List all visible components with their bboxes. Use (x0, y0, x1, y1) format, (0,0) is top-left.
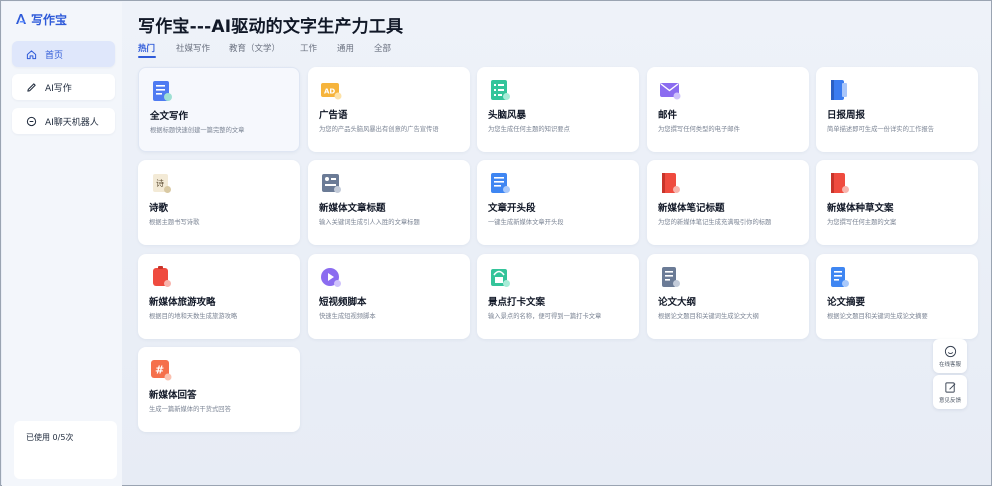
card-desc: 根据论文题目和关键词生成论文大纲 (658, 313, 759, 320)
tool-card-thesis-outline[interactable]: 论文大纲 根据论文题目和关键词生成论文大纲 (647, 254, 809, 339)
card-title: 邮件 (658, 110, 678, 121)
report-book-icon (831, 80, 847, 100)
tool-card-report[interactable]: 日报周报 简单描述即可生成一份详实的工作报告 (816, 67, 978, 152)
headset-icon (944, 345, 956, 357)
tool-card-video-script[interactable]: 短视频脚本 快速生成短视频脚本 (308, 254, 470, 339)
svg-text:AD: AD (324, 88, 335, 96)
tab-hot[interactable]: 热门 (138, 42, 155, 54)
card-desc: 生成一篇新媒体的干货式回答 (149, 406, 231, 413)
tool-card-slogan[interactable]: AD 广告语 为您的产品头脑风暴出有创意的广告宣传语 (308, 67, 470, 152)
card-title: 新媒体笔记标题 (658, 203, 725, 214)
card-desc: 快速生成短视频脚本 (319, 313, 376, 320)
card-desc: 简单描述即可生成一份详实的工作报告 (827, 126, 935, 133)
tool-card-article-intro[interactable]: 文章开头段 一键生成新媒体文章开头段 (477, 160, 639, 245)
tool-card-travel-guide[interactable]: 新媒体旅游攻略 根据目的地和天数生成旅游攻略 (138, 254, 300, 339)
card-title: 论文大纲 (658, 297, 697, 308)
tool-card-checkin[interactable]: 景点打卡文案 输入景点的名称，便可得到一篇打卡文章 (477, 254, 639, 339)
tab-general[interactable]: 通用 (337, 42, 354, 54)
card-title: 头脑风暴 (488, 110, 527, 121)
card-title: 广告语 (319, 110, 348, 121)
app-window: 写作宝 首页 AI写作 AI聊天机器人 已使用 0/5次 写作宝---AI驱动的… (0, 0, 992, 486)
card-desc: 为您撰写任何主题的文案 (827, 219, 897, 226)
card-desc: 根据主题书写诗歌 (149, 219, 200, 226)
page-title: 写作宝---AI驱动的文字生产力工具 (138, 17, 404, 37)
online-service-button[interactable]: 在线客服 (933, 339, 967, 373)
poem-icon: 诗 (153, 174, 171, 193)
sidebar-item-label: AI聊天机器人 (45, 117, 99, 128)
tab-work[interactable]: 工作 (300, 42, 317, 54)
tab-education[interactable]: 教育（文学） (229, 42, 280, 54)
tool-card-email[interactable]: 邮件 为您撰写任何类型的电子邮件 (647, 67, 809, 152)
note-title-icon (662, 173, 680, 193)
article-intro-icon (491, 173, 510, 193)
promo-copy-icon (831, 173, 849, 193)
card-title: 新媒体回答 (149, 390, 197, 401)
tool-card-full-article[interactable]: 全文写作 根据标题快速创建一篇完整的文章 (138, 67, 300, 152)
card-title: 新媒体种草文案 (827, 203, 894, 214)
mail-icon (660, 83, 681, 100)
tool-card-brainstorm[interactable]: 头脑风暴 为您生成任何主题的知识要点 (477, 67, 639, 152)
tab-social-writing[interactable]: 社媒写作 (176, 42, 210, 54)
feedback-label: 意见反馈 (938, 397, 961, 404)
card-desc: 根据论文题目和关键词生成论文摘要 (827, 313, 928, 320)
sidebar-item-home[interactable]: 首页 (12, 41, 115, 67)
active-tab-indicator (138, 56, 156, 58)
checkin-icon (491, 269, 510, 287)
card-title: 新媒体旅游攻略 (149, 297, 216, 308)
app-logo[interactable]: 写作宝 (14, 10, 67, 28)
checklist-icon (491, 80, 510, 100)
document-blue-icon (153, 81, 172, 101)
tool-card-poem[interactable]: 诗 诗歌 根据主题书写诗歌 (138, 160, 300, 245)
card-title: 日报周报 (827, 110, 866, 121)
card-title: 短视频脚本 (319, 297, 367, 308)
card-desc: 输入景点的名称，便可得到一篇打卡文章 (488, 313, 602, 320)
thesis-abstract-icon (831, 267, 849, 287)
usage-counter: 已使用 0/5次 (14, 421, 117, 479)
thesis-outline-icon (662, 267, 680, 287)
pen-icon (27, 82, 36, 92)
tool-card-media-answer[interactable]: # 新媒体回答 生成一篇新媒体的干货式回答 (138, 347, 300, 432)
hashtag-answer-icon: # (151, 360, 172, 381)
card-title: 景点打卡文案 (488, 297, 546, 308)
tab-all[interactable]: 全部 (374, 42, 391, 54)
tool-card-promo-copy[interactable]: 新媒体种草文案 为您撰写任何主题的文案 (816, 160, 978, 245)
sidebar-item-ai-writing[interactable]: AI写作 (12, 74, 115, 100)
card-desc: 根据目的地和天数生成旅游攻略 (149, 313, 238, 320)
card-desc: 根据标题快速创建一篇完整的文章 (150, 127, 245, 134)
sidebar-item-ai-chatbot[interactable]: AI聊天机器人 (12, 108, 115, 134)
video-script-icon (321, 268, 341, 287)
logo-icon (16, 14, 26, 24)
edit-note-icon (944, 381, 955, 393)
card-desc: 为您的产品头脑风暴出有创意的广告宣传语 (319, 126, 439, 133)
card-title: 全文写作 (150, 111, 189, 122)
card-desc: 输入关键词生成引人入胜的文章标题 (319, 219, 420, 226)
feedback-button[interactable]: 意见反馈 (933, 375, 967, 409)
sidebar: 写作宝 首页 AI写作 AI聊天机器人 已使用 0/5次 (2, 2, 122, 486)
svg-text:诗: 诗 (156, 178, 164, 188)
sidebar-item-label: 首页 (45, 50, 64, 61)
tool-card-thesis-abstract[interactable]: 论文摘要 根据论文题目和关键词生成论文摘要 (816, 254, 978, 339)
card-title: 新媒体文章标题 (319, 203, 386, 214)
home-icon (26, 49, 37, 59)
card-desc: 为您撰写任何类型的电子邮件 (658, 126, 740, 133)
tool-card-article-title[interactable]: 新媒体文章标题 输入关键词生成引人入胜的文章标题 (308, 160, 470, 245)
card-desc: 为您的新媒体笔记生成充满吸引你的标题 (658, 219, 772, 226)
card-title: 文章开头段 (488, 203, 536, 214)
card-title: 诗歌 (149, 203, 169, 214)
card-desc: 为您生成任何主题的知识要点 (488, 126, 570, 133)
sidebar-item-label: AI写作 (45, 83, 72, 94)
logo-text: 写作宝 (31, 12, 68, 27)
card-title: 论文摘要 (827, 297, 866, 308)
svg-text:#: # (155, 364, 164, 377)
online-service-label: 在线客服 (938, 361, 961, 368)
article-title-icon (322, 174, 341, 193)
chat-icon (26, 116, 37, 126)
card-desc: 一键生成新媒体文章开头段 (488, 219, 564, 226)
travel-guide-icon (153, 266, 171, 287)
ad-icon: AD (321, 83, 342, 100)
tool-card-note-title[interactable]: 新媒体笔记标题 为您的新媒体笔记生成充满吸引你的标题 (647, 160, 809, 245)
